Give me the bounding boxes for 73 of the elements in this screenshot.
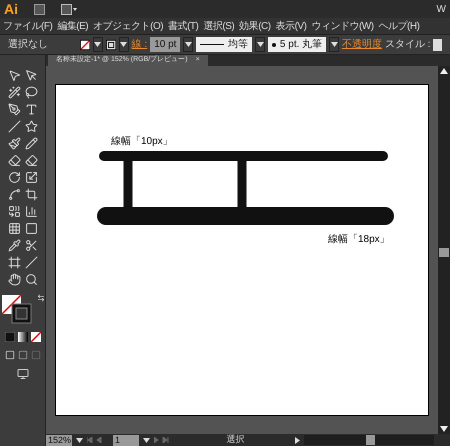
workspace-label: W [436,2,446,16]
stroke-width-label: 線幅「18px」 [328,232,390,247]
gradient-mode-icon[interactable] [18,332,28,342]
stroke-link[interactable]: 線 : [132,37,148,52]
lasso-icon[interactable] [24,86,38,99]
pencil-icon[interactable] [24,137,38,150]
fill-stroke-swatches-icon[interactable] [0,294,32,324]
arrange-icon[interactable] [61,4,77,14]
dropdown-button[interactable] [118,37,129,52]
caret-icon [120,42,128,47]
draw-mode-icon[interactable] [4,350,14,360]
magic-wand-icon[interactable] [8,86,20,99]
eyedropper-icon[interactable] [8,239,20,252]
dropdown-button[interactable] [329,37,339,52]
profile-dropdown[interactable]: 均等 [196,37,252,52]
style-label: スタイル : [384,38,430,52]
selection-arrow-icon[interactable] [8,69,20,82]
style-swatch[interactable] [433,38,442,50]
menu-item[interactable]: ウィンドウ(W) [311,18,374,34]
zoom-icon[interactable] [24,273,38,286]
stroke-width-label: 線幅「10px」 [111,134,173,149]
menu-item[interactable]: 書式(T) [168,18,198,34]
draw-behind-icon[interactable] [18,350,28,360]
menu-item[interactable]: ヘルプ(H) [378,18,420,34]
menu-item[interactable]: オブジェクト(O) [93,18,164,34]
screen-mode-icon[interactable] [16,368,28,380]
page-field[interactable]: 1 [113,434,139,446]
caret-icon [76,438,83,442]
menu-item[interactable]: 編集(E) [57,18,88,34]
none-mode-icon[interactable] [30,332,40,342]
dropdown-button[interactable] [255,37,265,52]
menu-item[interactable]: ファイル(F) [3,18,52,34]
eraser-icon[interactable] [24,154,38,167]
caret-icon [330,42,338,47]
app-logo: Ai [4,2,18,16]
color-mode-icon[interactable] [4,332,14,342]
status-label: 選択 [226,433,246,446]
fill-swatch-icon[interactable] [80,38,90,50]
selection-label: 選択なし [8,38,49,52]
dropdown-button[interactable] [183,37,194,52]
dropdown-button[interactable] [92,37,103,52]
rotate-icon[interactable] [8,171,20,184]
stroke-weight-field[interactable]: 10 pt [150,37,180,52]
brush-dropdown[interactable]: 5 pt. 丸筆 [268,37,326,52]
caret-icon [256,42,264,47]
star-icon[interactable] [24,120,38,133]
brush-icon[interactable] [8,137,20,150]
status-menu-icon[interactable] [295,436,300,444]
caret-icon [184,42,192,47]
menu-item[interactable]: 表示(V) [276,18,306,34]
menu-item[interactable]: 選択(S) [203,18,234,34]
mesh-icon[interactable] [8,222,20,235]
type-icon[interactable] [24,103,38,116]
scroll-thumb[interactable] [439,248,449,257]
vertical-scrollbar[interactable] [438,66,450,434]
scroll-up-icon[interactable] [440,68,448,74]
caret-icon [94,42,102,47]
scale-icon[interactable] [24,171,38,184]
scroll-down-icon[interactable] [440,426,448,432]
hand-icon[interactable] [8,273,20,286]
scroll-thumb[interactable] [366,435,375,445]
arrow-icon[interactable] [24,69,38,82]
swap-icon[interactable] [36,294,44,302]
line-icon[interactable] [8,120,20,133]
brush-dot-icon [272,42,276,46]
graph-icon[interactable] [24,205,38,218]
zoom-field[interactable]: 152% [46,434,72,446]
opacity-link[interactable]: 不透明度 [342,37,382,52]
horizontal-scrollbar[interactable] [304,435,434,445]
stroke-swatch-icon[interactable] [106,38,116,50]
caret-icon [143,438,150,442]
pen-icon[interactable] [8,103,20,116]
menu-item[interactable]: 効果(C) [239,18,271,34]
